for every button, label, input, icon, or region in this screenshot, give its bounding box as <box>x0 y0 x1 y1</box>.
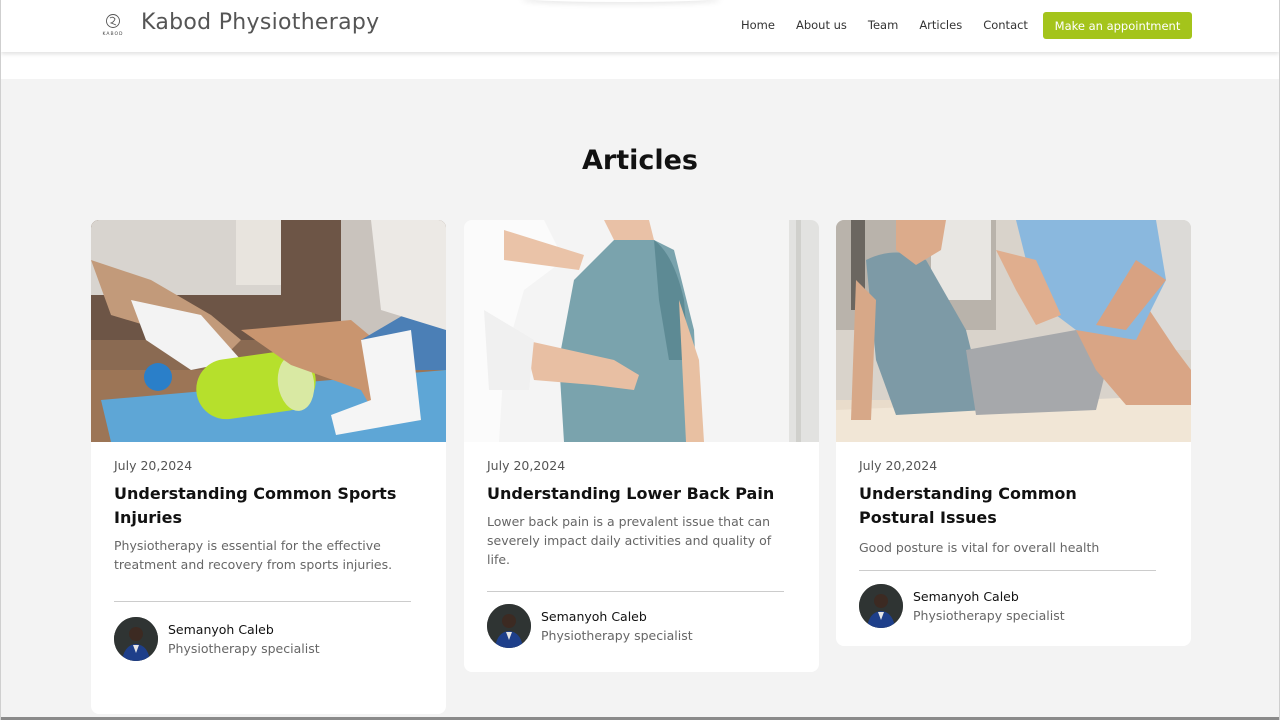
avatar <box>114 617 158 661</box>
article-card[interactable]: July 20,2024 Understanding Lower Back Pa… <box>464 220 819 672</box>
author-role: Physiotherapy specialist <box>168 641 320 656</box>
back-examination-photo[interactable] <box>464 220 819 442</box>
nav-articles[interactable]: Articles <box>919 18 962 32</box>
article-title[interactable]: Understanding Common Sports Injuries <box>114 482 404 530</box>
author-role: Physiotherapy specialist <box>541 628 693 643</box>
article-title[interactable]: Understanding Common Postural Issues <box>859 482 1149 530</box>
article-card[interactable]: July 20,2024 Understanding Common Postur… <box>836 220 1191 646</box>
author-role: Physiotherapy specialist <box>913 608 1065 623</box>
logo[interactable]: KABOD <box>101 13 125 39</box>
author-info: Semanyoh Caleb Physiotherapy specialist <box>487 604 796 648</box>
author-name: Semanyoh Caleb <box>541 609 647 624</box>
author-info: Semanyoh Caleb Physiotherapy specialist <box>859 584 1168 628</box>
avatar <box>487 604 531 648</box>
article-date: July 20,2024 <box>487 458 566 473</box>
card-divider <box>859 570 1156 571</box>
author-name: Semanyoh Caleb <box>168 622 274 637</box>
nav-home[interactable]: Home <box>741 18 775 32</box>
article-date: July 20,2024 <box>114 458 193 473</box>
article-card[interactable]: July 20,2024 Understanding Common Sports… <box>91 220 446 714</box>
article-excerpt: Good posture is vital for overall health <box>859 540 1100 555</box>
article-date: July 20,2024 <box>859 458 938 473</box>
author-info: Semanyoh Caleb Physiotherapy specialist <box>114 617 423 661</box>
logo-text: KABOD <box>102 32 124 37</box>
nav-team[interactable]: Team <box>868 18 898 32</box>
card-divider <box>114 601 411 602</box>
logo-icon <box>106 14 120 28</box>
nav-contact[interactable]: Contact <box>983 18 1028 32</box>
article-excerpt: Lower back pain is a prevalent issue tha… <box>487 514 772 567</box>
card-divider <box>487 591 784 592</box>
header-spacer <box>1 52 1279 79</box>
nav-about-us[interactable]: About us <box>796 18 847 32</box>
main-nav: Home About us Team Articles Contact <box>741 18 1049 32</box>
make-appointment-button[interactable]: Make an appointment <box>1043 12 1192 39</box>
author-name: Semanyoh Caleb <box>913 589 1019 604</box>
article-excerpt: Physiotherapy is essential for the effec… <box>114 538 393 572</box>
foam-roller-therapy-photo[interactable] <box>91 220 446 442</box>
article-title[interactable]: Understanding Lower Back Pain <box>487 482 777 506</box>
brand-name[interactable]: Kabod Physiotherapy <box>141 10 379 35</box>
avatar <box>859 584 903 628</box>
top-navigation-bar: KABOD Kabod Physiotherapy Home About us … <box>1 0 1279 52</box>
page-title: Articles <box>581 145 698 176</box>
page: KABOD Kabod Physiotherapy Home About us … <box>0 0 1280 720</box>
knee-therapy-photo[interactable] <box>836 220 1191 442</box>
